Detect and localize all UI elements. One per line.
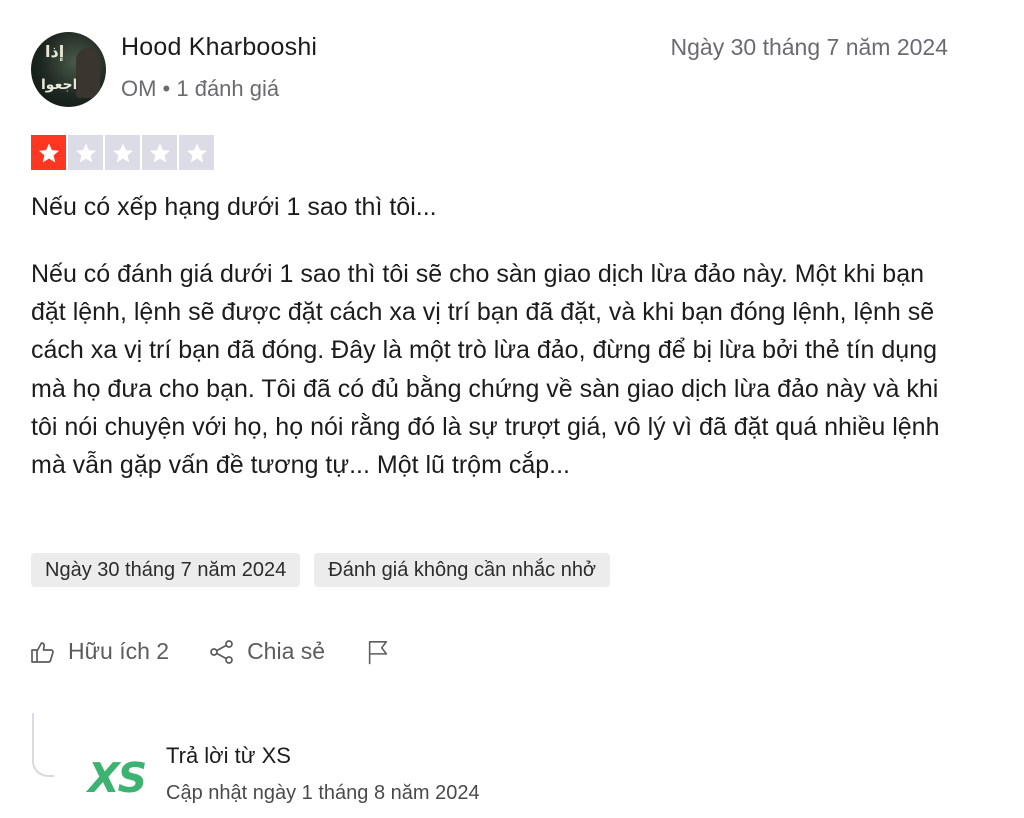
reply-title: Trả lời từ XS <box>166 743 291 768</box>
date-tag: Ngày 30 tháng 7 năm 2024 <box>31 553 301 587</box>
review-actions: Hữu ích 2 Chia sẻ <box>30 638 443 665</box>
review-body: Nếu có đánh giá dưới 1 sao thì tôi sẽ ch… <box>31 260 940 480</box>
share-button[interactable]: Chia sẻ <box>209 638 325 665</box>
unprompted-tag[interactable]: Đánh giá không cần nhắc nhở <box>314 553 611 587</box>
star-icon <box>68 135 103 170</box>
avatar-text-top: إذا <box>45 44 65 61</box>
flag-button[interactable] <box>365 639 403 665</box>
reviewer-name[interactable]: Hood Kharbooshi <box>121 33 317 62</box>
avatar-figure <box>76 48 100 98</box>
xs-logo: XS <box>88 754 147 802</box>
star-icon <box>31 135 66 170</box>
review-tags: Ngày 30 tháng 7 năm 2024 Đánh giá không … <box>31 553 611 587</box>
avatar[interactable]: إذا راجعوا <box>31 32 106 107</box>
reply-connector <box>32 713 54 777</box>
review-title[interactable]: Nếu có xếp hạng dưới 1 sao thì tôi... <box>31 193 437 222</box>
share-icon <box>210 639 233 664</box>
reply-date: Cập nhật ngày 1 tháng 8 năm 2024 <box>166 782 480 804</box>
star-icon <box>105 135 140 170</box>
star-rating <box>31 135 214 170</box>
share-label: Chia sẻ <box>247 638 326 664</box>
star-icon <box>142 135 177 170</box>
star-icon <box>179 135 214 170</box>
flag-icon <box>368 640 388 664</box>
thumbs-up-icon <box>31 641 54 663</box>
review-date: Ngày 30 tháng 7 năm 2024 <box>670 34 948 60</box>
useful-label: Hữu ích 2 <box>68 638 170 664</box>
reviewer-meta: OM • 1 đánh giá <box>121 76 280 101</box>
useful-button[interactable]: Hữu ích 2 <box>30 638 169 665</box>
